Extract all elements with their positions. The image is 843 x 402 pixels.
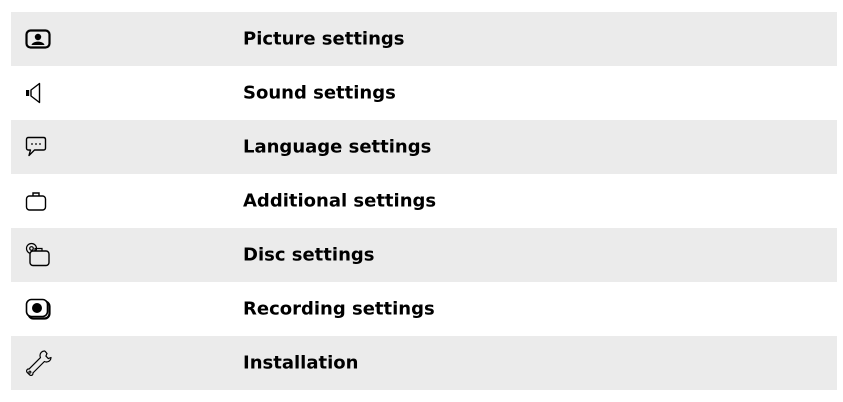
menu-item-label: Installation xyxy=(243,352,359,374)
menu-item-label: Recording settings xyxy=(243,298,435,320)
picture-settings-icon xyxy=(25,24,59,54)
disc-tray-icon xyxy=(25,240,59,270)
menu-item-label: Picture settings xyxy=(243,28,405,50)
speech-bubble-icon xyxy=(25,132,59,162)
menu-item-installation[interactable]: Installation xyxy=(11,336,837,390)
menu-item-label: Additional settings xyxy=(243,190,437,212)
menu-item-recording-settings[interactable]: Recording settings xyxy=(11,282,837,336)
menu-item-additional-settings[interactable]: Additional settings xyxy=(11,174,837,228)
menu-item-label: Disc settings xyxy=(243,244,375,266)
menu-item-disc-settings[interactable]: Disc settings xyxy=(11,228,837,282)
menu-item-label: Sound settings xyxy=(243,82,396,104)
speaker-icon xyxy=(25,78,59,108)
menu-item-label: Language settings xyxy=(243,136,432,158)
record-icon xyxy=(25,294,59,324)
settings-menu: Picture settings Sound settings Language… xyxy=(11,12,837,390)
wrench-icon xyxy=(25,348,59,378)
menu-item-sound-settings[interactable]: Sound settings xyxy=(11,66,837,120)
menu-item-picture-settings[interactable]: Picture settings xyxy=(11,12,837,66)
menu-item-language-settings[interactable]: Language settings xyxy=(11,120,837,174)
briefcase-icon xyxy=(25,186,59,216)
